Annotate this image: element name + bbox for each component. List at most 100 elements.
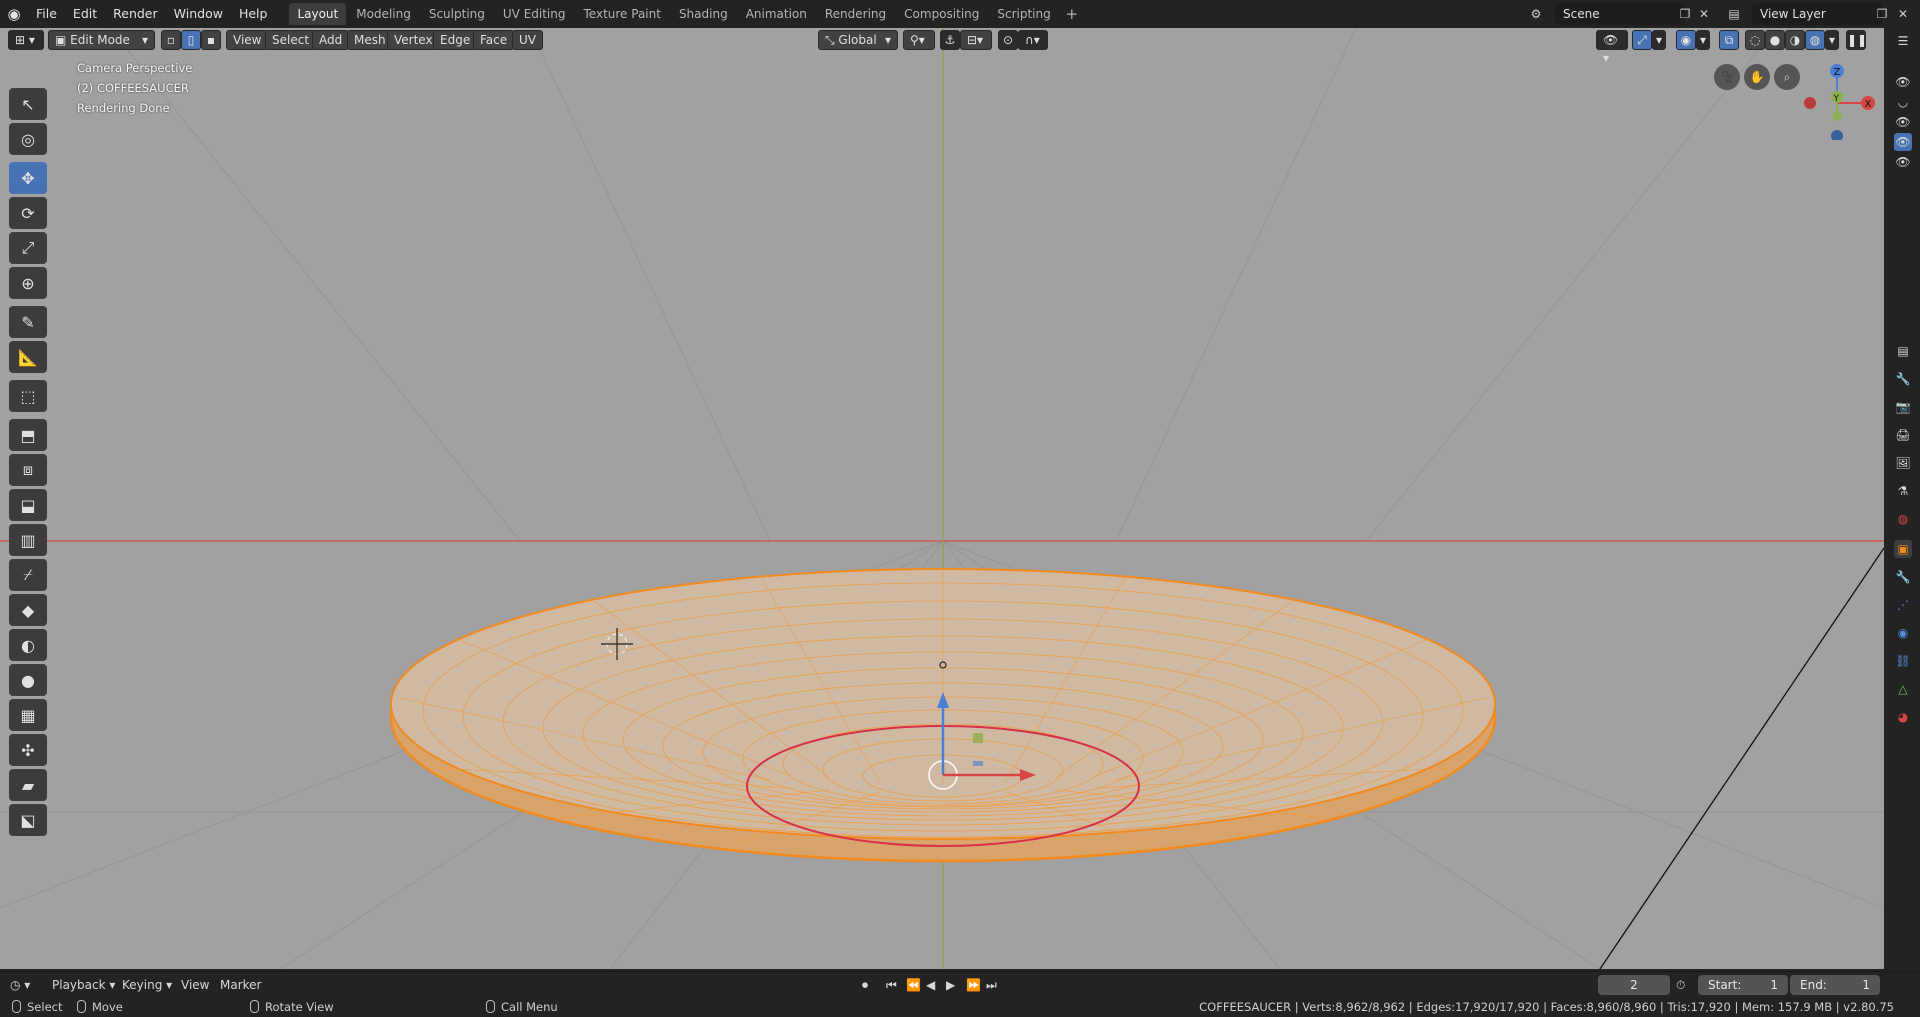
shear-tool-icon[interactable]: ▰ bbox=[9, 769, 47, 801]
jump-keyframe-forward-icon[interactable]: ⏩ bbox=[966, 976, 981, 994]
modifier-properties-icon[interactable]: 🔧 bbox=[1894, 568, 1912, 586]
extrude-region-tool-icon[interactable]: ⬒ bbox=[9, 419, 47, 451]
tab-layout[interactable]: Layout bbox=[289, 3, 347, 25]
face-menu[interactable]: Face bbox=[473, 30, 515, 50]
menu-file[interactable]: File bbox=[28, 0, 65, 28]
material-properties-icon[interactable]: ◕ bbox=[1894, 708, 1912, 726]
transform-orientation-dropdown[interactable]: ⤡ Global ▾ bbox=[818, 30, 898, 50]
menu-render[interactable]: Render bbox=[105, 0, 166, 28]
bevel-tool-icon[interactable]: ⬓ bbox=[9, 489, 47, 521]
snap-toggle-icon[interactable]: ⚓ bbox=[940, 30, 960, 50]
gizmo-dropdown-icon[interactable]: ▾ bbox=[1652, 30, 1666, 50]
new-view-layer-icon[interactable]: ❐ bbox=[1872, 4, 1892, 24]
proportional-edit-icon[interactable]: ⊙ bbox=[998, 30, 1018, 50]
edge-select-icon[interactable]: ▯ bbox=[181, 30, 201, 50]
select-menu[interactable]: Select bbox=[265, 30, 317, 50]
overlays-dropdown-icon[interactable]: ▾ bbox=[1696, 30, 1710, 50]
tab-sculpting[interactable]: Sculpting bbox=[421, 3, 493, 25]
smooth-tool-icon[interactable]: ● bbox=[9, 664, 47, 696]
properties-editor-icon[interactable]: ▤ bbox=[1894, 342, 1912, 360]
new-scene-icon[interactable]: ❐ bbox=[1675, 4, 1695, 24]
rendered-shading-icon[interactable]: ◍ bbox=[1805, 30, 1825, 50]
move-tool-icon[interactable]: ✥ bbox=[9, 162, 47, 194]
delete-view-layer-icon[interactable]: ✕ bbox=[1893, 4, 1913, 24]
add-menu[interactable]: Add bbox=[312, 30, 350, 50]
render-properties-icon[interactable]: 📷 bbox=[1894, 398, 1912, 416]
camera-view-icon[interactable]: 🎥 bbox=[1714, 64, 1740, 90]
jump-start-icon[interactable]: ⏮ bbox=[886, 976, 897, 994]
add-cube-tool-icon[interactable]: ⬚ bbox=[9, 380, 47, 412]
tab-animation[interactable]: Animation bbox=[738, 3, 815, 25]
visibility-eye-icon[interactable]: 👁 bbox=[1894, 133, 1912, 151]
tab-rendering[interactable]: Rendering bbox=[817, 3, 894, 25]
menu-window[interactable]: Window bbox=[166, 0, 231, 28]
solid-shading-icon[interactable]: ● bbox=[1765, 30, 1785, 50]
start-frame-field[interactable]: Start: 1 bbox=[1698, 975, 1788, 995]
uv-menu[interactable]: UV bbox=[512, 30, 543, 50]
keying-menu[interactable]: Keying ▾ bbox=[122, 976, 172, 994]
rotate-tool-icon[interactable]: ⟳ bbox=[9, 197, 47, 229]
timeline-view-menu[interactable]: View bbox=[181, 976, 209, 994]
view-layer-properties-icon[interactable]: 🖼 bbox=[1894, 454, 1912, 472]
particles-properties-icon[interactable]: ⋰ bbox=[1894, 596, 1912, 614]
physics-properties-icon[interactable]: ◉ bbox=[1894, 624, 1912, 642]
menu-help[interactable]: Help bbox=[231, 0, 276, 28]
measure-tool-icon[interactable]: 📐 bbox=[9, 341, 47, 373]
scene-name-field[interactable]: Scene bbox=[1555, 3, 1685, 25]
menu-edit[interactable]: Edit bbox=[65, 0, 105, 28]
playback-menu[interactable]: Playback ▾ bbox=[52, 976, 115, 994]
record-icon[interactable]: ⏺ bbox=[862, 976, 868, 994]
marker-menu[interactable]: Marker bbox=[220, 976, 261, 994]
add-workspace-button[interactable]: + bbox=[1061, 5, 1083, 23]
object-properties-icon[interactable]: ▣ bbox=[1894, 540, 1912, 558]
visibility-eye-icon[interactable]: 👁 bbox=[1894, 153, 1912, 171]
cursor-tool-icon[interactable]: ◎ bbox=[9, 123, 47, 155]
mesh-data-properties-icon[interactable]: △ bbox=[1894, 680, 1912, 698]
snap-target-dropdown[interactable]: ⊟▾ bbox=[960, 30, 992, 50]
view-layer-field[interactable]: View Layer bbox=[1752, 3, 1882, 25]
navigation-gizmo[interactable]: Z X Y bbox=[1790, 60, 1884, 140]
tab-scripting[interactable]: Scripting bbox=[989, 3, 1058, 25]
end-frame-field[interactable]: End: 1 bbox=[1790, 975, 1880, 995]
mesh-menu[interactable]: Mesh bbox=[347, 30, 393, 50]
edge-menu[interactable]: Edge bbox=[433, 30, 478, 50]
mode-selector[interactable]: ▣ Edit Mode ▾ bbox=[48, 30, 155, 50]
stopwatch-icon[interactable]: ⏱ bbox=[1676, 976, 1685, 994]
visibility-dropdown[interactable]: 👁▾ bbox=[1596, 30, 1628, 65]
jump-end-icon[interactable]: ⏭ bbox=[986, 976, 997, 994]
inset-faces-tool-icon[interactable]: ⧈ bbox=[9, 454, 47, 486]
view-layer-icon[interactable]: ▤ bbox=[1724, 4, 1744, 24]
jump-keyframe-back-icon[interactable]: ⏪ bbox=[906, 976, 921, 994]
visibility-eye-icon[interactable]: 👁 bbox=[1894, 73, 1912, 91]
vertex-select-icon[interactable]: ▫ bbox=[161, 30, 181, 50]
transform-tool-icon[interactable]: ⊕ bbox=[9, 267, 47, 299]
delete-scene-icon[interactable]: ✕ bbox=[1694, 4, 1714, 24]
play-reverse-icon[interactable]: ◀ bbox=[926, 976, 935, 994]
tab-shading[interactable]: Shading bbox=[671, 3, 736, 25]
vertex-menu[interactable]: Vertex bbox=[387, 30, 440, 50]
loop-cut-tool-icon[interactable]: ▥ bbox=[9, 524, 47, 556]
spin-tool-icon[interactable]: ◐ bbox=[9, 629, 47, 661]
play-icon[interactable]: ▶ bbox=[946, 976, 955, 994]
material-shading-icon[interactable]: ◑ bbox=[1785, 30, 1805, 50]
outliner-icon[interactable]: ☰ bbox=[1894, 32, 1912, 50]
blender-logo-icon[interactable]: ◉ bbox=[0, 0, 28, 28]
knife-tool-icon[interactable]: ⌿ bbox=[9, 559, 47, 591]
overlays-toggle-icon[interactable]: ◉ bbox=[1676, 30, 1696, 50]
sidebar-toggle-icon[interactable]: ❚❚ bbox=[1846, 30, 1867, 50]
tab-uv-editing[interactable]: UV Editing bbox=[495, 3, 574, 25]
gizmo-toggle-icon[interactable]: ⤢ bbox=[1632, 30, 1652, 50]
pan-view-icon[interactable]: ✋ bbox=[1744, 64, 1770, 90]
scene-selector-icon[interactable]: ⚙ bbox=[1526, 4, 1546, 24]
scale-tool-icon[interactable]: ⤢ bbox=[9, 232, 47, 264]
proportional-falloff-dropdown[interactable]: ∩▾ bbox=[1018, 30, 1048, 50]
tab-compositing[interactable]: Compositing bbox=[896, 3, 987, 25]
face-select-icon[interactable]: ▪ bbox=[201, 30, 221, 50]
clock-icon[interactable]: ◷ ▾ bbox=[10, 976, 30, 994]
tab-texture-paint[interactable]: Texture Paint bbox=[576, 3, 669, 25]
tab-modeling[interactable]: Modeling bbox=[348, 3, 419, 25]
zoom-view-icon[interactable]: ⌕ bbox=[1774, 64, 1800, 90]
3d-viewport[interactable]: Camera Perspective (2) COFFEESAUCER Rend… bbox=[0, 28, 1884, 969]
edge-slide-tool-icon[interactable]: ▦ bbox=[9, 699, 47, 731]
output-properties-icon[interactable]: 🖨 bbox=[1894, 426, 1912, 444]
